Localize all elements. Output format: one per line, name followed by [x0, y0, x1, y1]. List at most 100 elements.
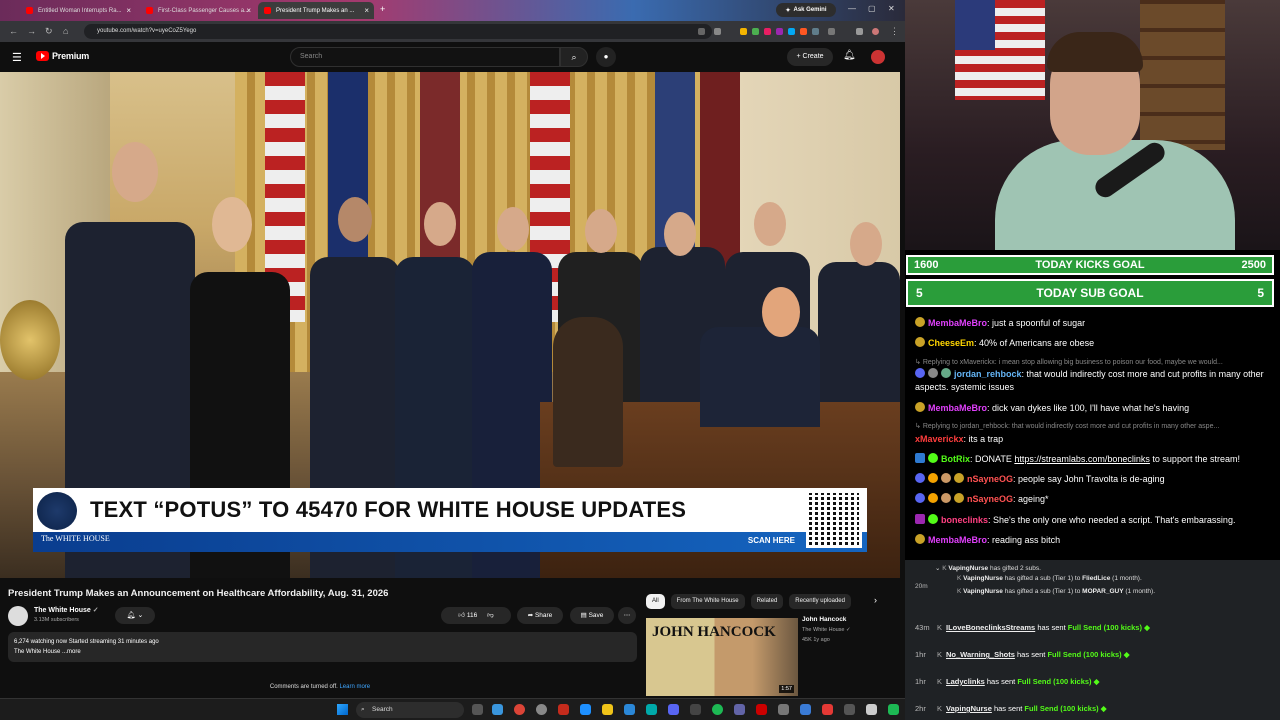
event-time: 43m [915, 623, 930, 632]
comments-off-text: Comments are turned off. [269, 684, 338, 690]
chat-username[interactable]: MembaMeBro [928, 318, 987, 328]
tab-2[interactable]: First-Class Passenger Causes a... × [140, 2, 256, 19]
channel-name[interactable]: The White House ✓ [34, 606, 99, 614]
share-button[interactable]: ➦ Share [517, 607, 563, 624]
discord-icon[interactable] [668, 704, 679, 715]
tab-1[interactable]: Entitled Woman Interrupts Ra... × [20, 2, 136, 19]
chat-link[interactable]: https://streamlabs.com/boneclinks [1014, 454, 1150, 464]
gift-user[interactable]: VapingNurse [963, 588, 1003, 595]
learn-more-link[interactable]: Learn more [339, 684, 370, 690]
youtube-premium-logo[interactable]: Premium [36, 51, 89, 61]
gift-recipient[interactable]: MOPAR_GUY [1082, 588, 1123, 595]
chat-username[interactable]: CheeseEm [928, 338, 974, 348]
more-actions-button[interactable]: ⋯ [618, 607, 636, 624]
close-icon[interactable]: × [126, 6, 131, 15]
maximize-icon[interactable]: ▢ [868, 4, 876, 13]
save-button[interactable]: ▤ Save [570, 607, 614, 624]
subscribed-bell-button[interactable]: 🔔︎ ⌄ [115, 607, 155, 624]
app-icon[interactable] [536, 704, 547, 715]
chat-username[interactable]: jordan_rehbock [954, 369, 1022, 379]
extension-icon[interactable] [752, 28, 759, 35]
chip-recently-uploaded[interactable]: Recently uploaded [789, 594, 851, 609]
app-icon[interactable] [844, 704, 855, 715]
chat-username[interactable]: boneclinks [941, 515, 988, 525]
account-avatar[interactable] [871, 50, 885, 64]
chat-username[interactable]: MembaMeBro [928, 403, 987, 413]
search-button[interactable]: ⌕ [560, 47, 588, 67]
chrome-icon[interactable] [514, 704, 525, 715]
app-icon[interactable] [888, 704, 899, 715]
channel-avatar[interactable] [8, 606, 28, 626]
gift-user[interactable]: VapingNurse [963, 575, 1003, 582]
edge-icon[interactable] [646, 704, 657, 715]
task-view-icon[interactable] [472, 704, 483, 715]
new-tab-icon[interactable]: + [380, 4, 385, 14]
chat-username[interactable]: nSayneOG [967, 494, 1013, 504]
reload-icon[interactable]: ↻ [45, 26, 53, 37]
notifications-bell-icon[interactable]: 🔔︎ [843, 50, 856, 61]
cast-icon[interactable] [698, 28, 705, 35]
active-app-icon[interactable] [558, 704, 569, 715]
home-icon[interactable]: ⌂ [63, 26, 68, 36]
url-field[interactable]: youtube.com/watch?v=uyeCoZ5Yego [84, 24, 712, 39]
spotify-icon[interactable] [712, 704, 723, 715]
event-user[interactable]: No_Warning_Shots [946, 650, 1015, 659]
create-button[interactable]: + Create [787, 48, 833, 66]
gift-recipient[interactable]: FliedLice [1082, 575, 1110, 582]
event-user[interactable]: VapingNurse [946, 704, 992, 713]
close-icon[interactable]: × [364, 6, 369, 15]
windows-start-icon[interactable] [337, 704, 348, 715]
taskbar-search[interactable]: ⌕ Search [356, 702, 464, 718]
back-icon[interactable]: ← [9, 26, 18, 36]
app-icon[interactable] [756, 704, 767, 715]
chat-username[interactable]: MembaMeBro [928, 535, 987, 545]
chat-username[interactable]: BotRix [941, 454, 970, 464]
kebab-menu-icon[interactable]: ⋮ [890, 26, 899, 37]
recommended-channel[interactable]: The White House ✓ [802, 627, 851, 633]
chat-username[interactable]: xMaverickx [915, 434, 964, 444]
minimize-icon[interactable]: — [848, 4, 856, 13]
chip-related[interactable]: Related [750, 594, 784, 609]
video-player[interactable]: TEXT “POTUS” TO 45470 FOR WHITE HOUSE UP… [0, 72, 900, 578]
chip-all[interactable]: All [646, 594, 665, 609]
app-icon[interactable] [866, 704, 877, 715]
event-user[interactable]: Ladyclinks [946, 677, 985, 686]
like-button[interactable]: 👍︎ 116 [458, 612, 477, 619]
sidebar-icon[interactable] [856, 28, 863, 35]
extensions-puzzle-icon[interactable] [828, 28, 835, 35]
app-icon[interactable] [580, 704, 591, 715]
file-explorer-icon[interactable] [602, 704, 613, 715]
extension-icon[interactable] [800, 28, 807, 35]
app-icon[interactable] [822, 704, 833, 715]
extension-icon[interactable] [740, 28, 747, 35]
chip-from-channel[interactable]: From The White House [670, 594, 745, 609]
profile-avatar-icon[interactable] [872, 28, 879, 35]
extension-icon[interactable] [788, 28, 795, 35]
window-close-icon[interactable]: ✕ [888, 4, 895, 13]
event-user[interactable]: ILoveBoneclinksStreams [946, 623, 1035, 632]
description-box[interactable]: 6,274 watching now Started streaming 31 … [8, 632, 637, 662]
app-icon[interactable] [778, 704, 789, 715]
bookmark-star-icon[interactable] [714, 28, 721, 35]
app-icon[interactable] [690, 704, 701, 715]
extension-icon[interactable] [764, 28, 771, 35]
tab-3-active[interactable]: President Trump Makes an ... × [258, 2, 374, 19]
chat-username[interactable]: nSayneOG [967, 474, 1013, 484]
chevron-right-icon[interactable]: › [874, 595, 877, 605]
search-input[interactable]: Search [290, 47, 560, 67]
forward-icon[interactable]: → [27, 26, 36, 36]
app-icon[interactable] [492, 704, 503, 715]
extension-icon[interactable] [776, 28, 783, 35]
close-icon[interactable]: × [246, 6, 251, 15]
hamburger-menu-icon[interactable]: ☰ [12, 51, 22, 64]
app-icon[interactable] [800, 704, 811, 715]
recommended-title[interactable]: John Hancock [802, 616, 846, 623]
ask-gemini-button[interactable]: ✦ Ask Gemini [776, 3, 836, 17]
gift-user[interactable]: VapingNurse [948, 565, 988, 572]
dislike-button[interactable]: 👎︎ [487, 612, 494, 619]
app-icon[interactable] [624, 704, 635, 715]
extension-icon[interactable] [812, 28, 819, 35]
app-icon[interactable] [734, 704, 745, 715]
recommended-thumbnail[interactable]: JOHN HANCOCK 1:57 [646, 618, 798, 696]
voice-search-button[interactable]: ● [596, 47, 616, 67]
